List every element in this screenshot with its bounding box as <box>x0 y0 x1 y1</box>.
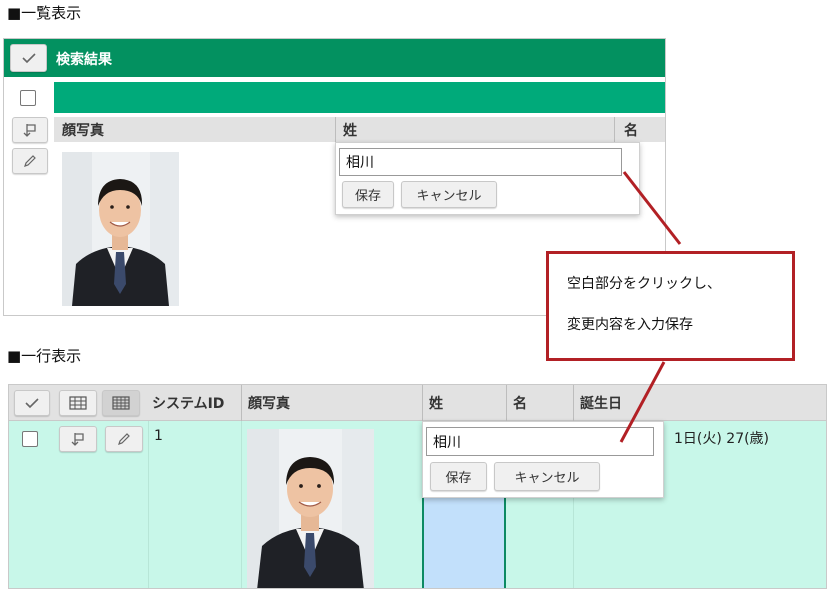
callout-box: 空白部分をクリックし、 変更内容を入力保存 <box>546 251 795 361</box>
callout-line-1: 空白部分をクリックし、 <box>567 276 721 292</box>
callout-line-2: 変更内容を入力保存 <box>567 317 693 333</box>
